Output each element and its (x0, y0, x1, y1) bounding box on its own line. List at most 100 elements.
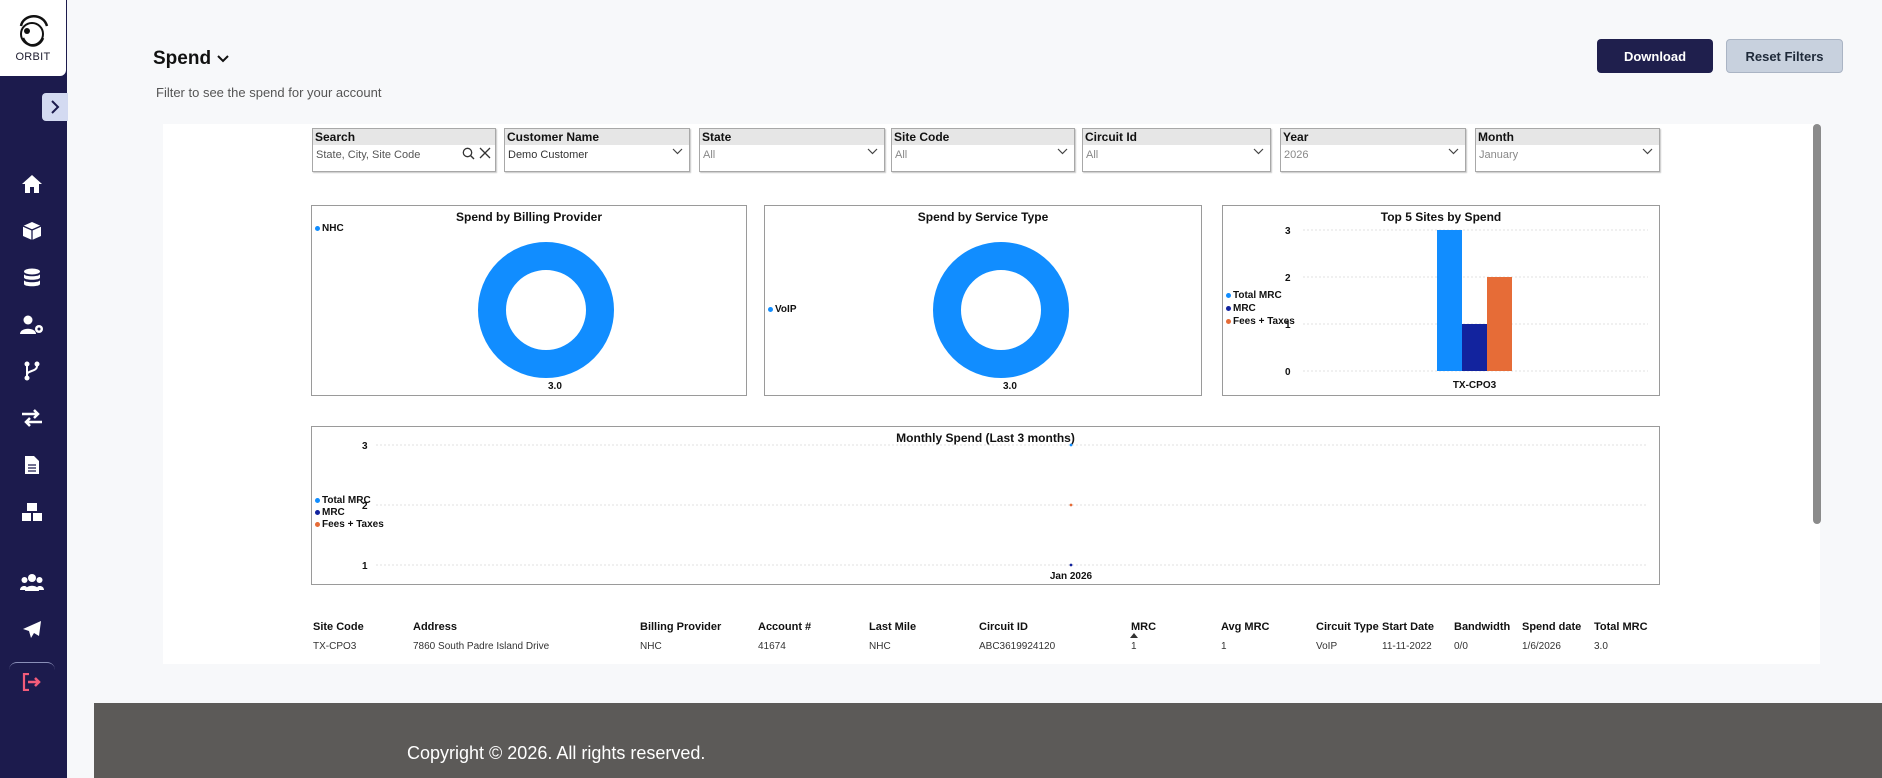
sidebar-item-transfers[interactable] (20, 406, 44, 430)
legend-dot (315, 510, 320, 515)
column-header[interactable]: Account # (758, 621, 811, 633)
donut-slice-nhc[interactable] (478, 242, 614, 378)
billing-provider-chart-title: Spend by Billing Provider (455, 210, 603, 224)
sidebar-item-documents[interactable] (20, 453, 44, 477)
table-cell: 1 (1221, 641, 1227, 652)
sidebar-item-database[interactable] (20, 266, 44, 290)
page-title-dropdown[interactable]: Spend (153, 48, 229, 70)
point-total-mrc[interactable] (1069, 443, 1073, 447)
sidebar-item-user-settings[interactable] (20, 313, 44, 337)
table-cell: 3.0 (1594, 641, 1608, 652)
month-filter[interactable]: Month January (1475, 128, 1660, 172)
y-tick-label: 0 (1285, 367, 1291, 378)
top-sites-chart-title: Top 5 Sites by Spend (1380, 210, 1502, 224)
month-label: Month (1476, 129, 1659, 145)
copyright-text: Copyright © 2026. All rights reserved. (407, 743, 706, 763)
legend-item-mrc[interactable]: MRC (1226, 303, 1256, 314)
bar-mrc[interactable] (1462, 324, 1487, 371)
chevron-down-icon (1253, 148, 1264, 155)
column-header[interactable]: Start Date (1382, 621, 1434, 633)
legend-dot (315, 226, 320, 231)
bar-fees-taxes[interactable] (1487, 277, 1512, 371)
search-icon[interactable] (462, 147, 475, 160)
bar-total-mrc[interactable] (1437, 230, 1462, 371)
table-cell: VoIP (1316, 641, 1338, 652)
column-header[interactable]: Billing Provider (640, 621, 721, 633)
sort-asc-icon[interactable] (1130, 633, 1138, 638)
sidebar-item-branches[interactable] (20, 359, 44, 383)
file-icon (25, 456, 39, 474)
logout-button[interactable] (20, 670, 44, 694)
column-header[interactable]: Avg MRC (1221, 621, 1269, 633)
sidebar-item-send[interactable] (20, 618, 44, 642)
reset-filters-button[interactable]: Reset Filters (1726, 39, 1843, 73)
point-fees-taxes[interactable] (1069, 503, 1073, 507)
month-value: January (1479, 149, 1519, 161)
legend-dot (1226, 319, 1231, 324)
search-filter-label: Search (313, 129, 495, 145)
legend-item-total-mrc[interactable]: Total MRC (1226, 290, 1282, 301)
sidebar-item-home[interactable] (20, 172, 44, 196)
site-code-label: Site Code (892, 129, 1074, 145)
download-button[interactable]: Download (1597, 39, 1713, 73)
customer-name-filter[interactable]: Customer Name Demo Customer (504, 128, 690, 172)
search-input[interactable]: State, City, Site Code (316, 149, 420, 161)
legend-label: Total MRC (1233, 290, 1282, 301)
exchange-icon (22, 409, 42, 427)
service-type-chart: Spend by Service Type VoIP 3.0 (764, 205, 1202, 396)
report-scrollbar[interactable] (1813, 124, 1821, 524)
clear-icon[interactable] (479, 147, 491, 159)
legend-dot (315, 498, 320, 503)
billing-provider-donut (478, 242, 614, 378)
legend-dot (1226, 306, 1231, 311)
column-header[interactable]: Spend date (1522, 621, 1581, 633)
legend-item[interactable]: VoIP (768, 304, 796, 315)
sidebar-item-inventory[interactable] (20, 219, 44, 243)
customer-name-label: Customer Name (505, 129, 689, 145)
y-tick-label: 3 (362, 441, 368, 452)
customer-name-value: Demo Customer (508, 149, 589, 161)
chevron-down-icon (1642, 148, 1653, 155)
table-cell: 1/6/2026 (1522, 641, 1561, 652)
table-cell: 1 (1131, 641, 1137, 652)
legend-label: NHC (322, 223, 344, 234)
state-label: State (700, 129, 884, 145)
y-tick-label: 2 (362, 501, 368, 512)
legend-dot (315, 522, 320, 527)
legend-item-mrc[interactable]: MRC (315, 507, 345, 518)
legend-label: MRC (1233, 303, 1256, 314)
legend-dot (768, 307, 773, 312)
column-header[interactable]: Address (413, 621, 457, 633)
boxes-icon (22, 503, 42, 521)
footer: Copyright © 2026. All rights reserved. (94, 703, 1882, 778)
table-cell: ABC3619924120 (979, 641, 1056, 652)
column-header[interactable]: Bandwidth (1454, 621, 1510, 633)
legend-item[interactable]: NHC (315, 223, 344, 234)
circuit-id-filter[interactable]: Circuit Id All (1082, 128, 1271, 172)
column-header[interactable]: MRC (1131, 621, 1156, 633)
column-header[interactable]: Last Mile (869, 621, 916, 633)
x-tick-label: TX-CPO3 (1453, 380, 1497, 391)
sidebar-expand-button[interactable] (42, 93, 68, 121)
column-header[interactable]: Circuit Type (1316, 621, 1379, 633)
state-filter[interactable]: State All (699, 128, 885, 172)
donut-data-label: 3.0 (548, 381, 562, 392)
sidebar-item-users[interactable] (20, 571, 44, 595)
site-code-filter[interactable]: Site Code All (891, 128, 1075, 172)
column-header[interactable]: Circuit ID (979, 621, 1028, 633)
paper-plane-icon (23, 621, 41, 638)
orbit-logo[interactable]: ORBIT (0, 0, 66, 76)
column-header[interactable]: Total MRC (1594, 621, 1648, 633)
chevron-down-icon (217, 55, 229, 63)
year-filter[interactable]: Year 2026 (1280, 128, 1466, 172)
page-title: Spend (153, 48, 212, 69)
point-mrc[interactable] (1069, 563, 1073, 567)
logout-icon (22, 673, 41, 691)
donut-slice-voip[interactable] (933, 242, 1069, 378)
column-header[interactable]: Site Code (313, 621, 364, 633)
top-sites-bar-plot: 0 1 2 3 TX-CPO3 (1285, 226, 1648, 391)
orbit-logo-icon (19, 15, 49, 47)
sidebar-item-packages[interactable] (20, 500, 44, 524)
table-cell: TX-CPO3 (313, 641, 357, 652)
top-sites-chart: Top 5 Sites by Spend Total MRC MRC Fees … (1222, 205, 1660, 396)
